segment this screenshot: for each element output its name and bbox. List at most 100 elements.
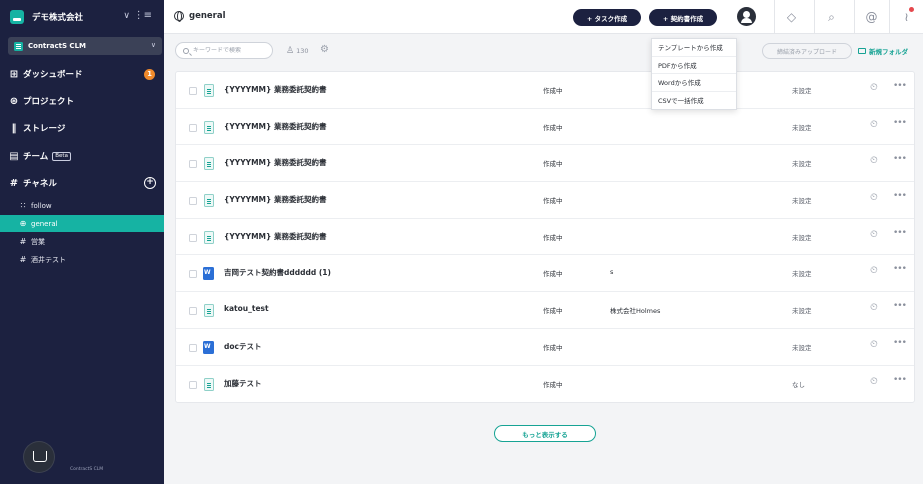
row-status: 作成中 [543,123,563,132]
collapse-sidebar-icon[interactable]: ⋮≡ [134,10,152,21]
table-row[interactable]: 加藤テスト 作成中 なし ⏲ ••• [176,366,914,403]
bell-icon[interactable]: ≀ [889,0,923,34]
row-deadline: 未設定 [792,197,812,206]
document-table: {YYYYMM} 業務委託契約書 作成中 未設定 ⏲ ••• {YYYYMM} 業務委託契… [175,71,915,404]
channel-item-sakai-test[interactable]: # 酒井テスト [0,251,164,268]
alarm-clock-icon[interactable]: ⏲ [870,339,878,350]
row-checkbox[interactable] [189,233,197,242]
row-status: 作成中 [543,197,563,206]
member-count[interactable]: ♙ 130 [286,46,309,56]
row-name[interactable]: katou_test [224,304,269,313]
table-row[interactable]: {YYYYMM} 業務委託契約書 作成中 未設定 ⏲ ••• [176,182,914,219]
sidebar-item-project[interactable]: ⊛ プロジェクト [0,91,164,111]
product-select[interactable]: ContractS CLM ∨ [8,37,162,55]
channel-item-label: 営業 [31,237,45,246]
avatar[interactable] [737,7,756,26]
document-icon [204,304,214,318]
sidebar-item-label: チーム [23,152,49,162]
row-checkbox[interactable] [189,270,197,279]
alarm-clock-icon[interactable]: ⏲ [870,376,878,387]
table-row[interactable]: {YYYYMM} 業務委託契約書 作成中 未設定 ⏲ ••• [176,109,914,146]
more-options-icon[interactable]: ••• [893,81,907,91]
row-checkbox[interactable] [189,307,197,316]
row-name[interactable]: {YYYYMM} 業務委託契約書 [224,121,326,132]
row-checkbox[interactable] [189,343,197,352]
rss-icon: ∷ [20,201,26,210]
footer-brand: ContractS CLM [70,467,104,472]
upload-signed-button[interactable]: 締結済みアップロード [762,43,852,59]
sidebar-item-channel[interactable]: # チャネル + [0,173,164,193]
gear-icon[interactable]: ⚙ [320,44,329,55]
sidebar-item-storage[interactable]: ‖ ストレージ [0,118,164,138]
row-checkbox[interactable] [189,197,197,206]
row-checkbox[interactable] [189,160,197,169]
more-options-icon[interactable]: ••• [893,154,907,164]
chevron-down-icon[interactable]: ∨ [123,11,130,21]
alarm-clock-icon[interactable]: ⏲ [870,155,878,166]
channel-item-sales[interactable]: # 営業 [0,233,164,250]
row-status: 作成中 [543,233,563,242]
more-options-icon[interactable]: ••• [893,338,907,348]
more-options-icon[interactable]: ••• [893,118,907,128]
search-field[interactable] [175,42,273,59]
table-row[interactable]: katou_test 作成中 株式会社Holmes 未設定 ⏲ ••• [176,292,914,329]
document-icon [204,230,214,244]
channel-item-label: follow [31,201,52,210]
search-icon[interactable]: ⌕ [814,0,848,34]
sidebar-item-dashboard[interactable]: ⊞ ダッシュボード 1 [0,64,164,84]
more-options-icon[interactable]: ••• [893,375,907,385]
table-row[interactable]: {YYYYMM} 業務委託契約書 作成中 未設定 ⏲ ••• [176,219,914,256]
create-task-button[interactable]: + タスク作成 [573,9,641,26]
more-options-icon[interactable]: ••• [893,301,907,311]
chat-support-button[interactable] [24,442,54,472]
row-name[interactable]: 加藤テスト [224,378,262,389]
row-name[interactable]: {YYYYMM} 業務委託契約書 [224,157,326,168]
alarm-clock-icon[interactable]: ⏲ [870,265,878,276]
channel-item-follow[interactable]: ∷ follow [0,197,164,214]
channel-item-general[interactable]: ⊕ general [0,215,164,232]
grid-icon: ⊞ [9,68,19,80]
row-name[interactable]: docテスト [224,341,261,352]
row-status: 作成中 [543,307,563,316]
alarm-clock-icon[interactable]: ⏲ [870,82,878,93]
page-title: general [174,11,226,22]
row-checkbox[interactable] [189,87,197,95]
row-name[interactable]: 吉岡テスト契約書dddddd (1) [224,267,331,278]
menu-item-from-pdf[interactable]: PDFから作成 [652,57,736,74]
menu-item-from-template[interactable]: テンプレートから作成 [652,39,736,57]
graduation-cap-icon[interactable]: ◇ [774,0,808,34]
show-more-button[interactable]: もっと表示する [494,425,596,442]
alarm-clock-icon[interactable]: ⏲ [870,302,878,313]
member-count-value: 130 [296,47,309,55]
search-input[interactable] [193,47,268,54]
row-checkbox[interactable] [189,123,197,132]
menu-item-csv-bulk[interactable]: CSVで一括作成 [652,92,736,110]
mention-icon[interactable]: @ [854,0,888,34]
row-deadline: なし [792,380,805,389]
more-options-icon[interactable]: ••• [893,228,907,238]
row-checkbox[interactable] [189,380,197,389]
alarm-clock-icon[interactable]: ⏲ [870,119,878,130]
new-folder-button[interactable]: 新規フォルダ [858,46,908,56]
globe-icon: ⊕ [19,219,27,228]
table-row[interactable]: 吉岡テスト契約書dddddd (1) 作成中 s 未設定 ⏲ ••• [176,255,914,293]
table-row[interactable]: {YYYYMM} 業務委託契約書 作成中 未設定 ⏲ ••• [176,145,914,183]
row-party: 株式会社Holmes [610,307,661,316]
row-name[interactable]: {YYYYMM} 業務委託契約書 [224,231,326,242]
menu-item-from-word[interactable]: Wordから作成 [652,74,736,92]
document-icon [204,84,214,97]
table-row[interactable]: docテスト 作成中 未設定 ⏲ ••• [176,329,914,366]
add-channel-icon[interactable]: + [144,177,156,189]
row-name[interactable]: {YYYYMM} 業務委託契約書 [224,194,326,205]
create-contract-button[interactable]: + 契約書作成 [649,9,717,26]
hash-icon: # [19,255,27,264]
table-row[interactable]: {YYYYMM} 業務委託契約書 作成中 未設定 ⏲ ••• [176,72,914,109]
sidebar-item-team[interactable]: ▤ チーム Beta [0,146,164,166]
more-options-icon[interactable]: ••• [893,264,907,274]
more-options-icon[interactable]: ••• [893,191,907,201]
org-switcher[interactable]: デモ株式会社 ∨ ⋮≡ [0,0,164,34]
team-icon: ▤ [9,150,19,162]
row-name[interactable]: {YYYYMM} 業務委託契約書 [224,84,326,95]
alarm-clock-icon[interactable]: ⏲ [870,192,878,203]
alarm-clock-icon[interactable]: ⏲ [870,229,878,240]
